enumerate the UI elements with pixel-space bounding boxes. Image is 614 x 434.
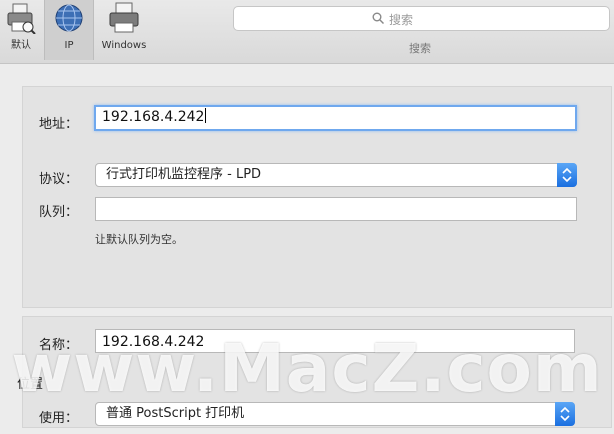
toolbar-item-ip[interactable]: IP xyxy=(44,0,94,60)
queue-hint: 让默认队列为空。 xyxy=(95,233,183,246)
text-caret xyxy=(205,108,207,123)
name-label: 名称： xyxy=(39,338,79,353)
driver-value: 普通 PostScript 打印机 xyxy=(106,406,245,421)
queue-label: 队列： xyxy=(39,205,79,220)
protocol-select[interactable]: 行式打印机监控程序 - LPD xyxy=(95,163,577,187)
protocol-label: 协议： xyxy=(39,172,79,187)
protocol-value: 行式打印机监控程序 - LPD xyxy=(106,167,262,182)
updown-arrows-icon xyxy=(555,402,575,426)
queue-field[interactable] xyxy=(95,197,577,221)
name-value: 192.168.4.242 xyxy=(102,334,205,350)
toolbar-item-windows[interactable]: Windows xyxy=(94,0,154,60)
use-label: 使用： xyxy=(39,411,79,426)
default-printer-icon xyxy=(7,3,36,34)
toolbar-label: Windows xyxy=(101,40,147,51)
name-field[interactable]: 192.168.4.242 xyxy=(95,329,575,353)
windows-printer-icon xyxy=(109,2,139,33)
address-label: 地址： xyxy=(39,117,79,132)
updown-arrows-icon xyxy=(557,163,577,187)
address-value: 192.168.4.242 xyxy=(102,109,205,125)
driver-select[interactable]: 普通 PostScript 打印机 xyxy=(95,402,575,426)
globe-icon xyxy=(55,4,83,32)
printer-info-panel: 名称： 192.168.4.242 位置 使用： 普通 PostScript 打… xyxy=(17,316,612,428)
search-icon xyxy=(372,12,384,24)
toolbar-label: IP xyxy=(64,40,74,51)
location-label: 位置 xyxy=(17,377,44,392)
toolbar: 默认 IP Windows 搜索 搜索 xyxy=(0,0,614,64)
search-input[interactable]: 搜索 xyxy=(233,6,610,31)
connection-panel: 地址： 192.168.4.242 协议： 行式打印机监控程序 - LPD 队列… xyxy=(22,86,612,308)
address-field[interactable]: 192.168.4.242 xyxy=(94,105,577,131)
toolbar-item-default[interactable]: 默认 xyxy=(0,0,42,60)
search-caption: 搜索 xyxy=(409,42,431,55)
search-placeholder: 搜索 xyxy=(389,13,414,27)
toolbar-label: 默认 xyxy=(11,40,31,51)
